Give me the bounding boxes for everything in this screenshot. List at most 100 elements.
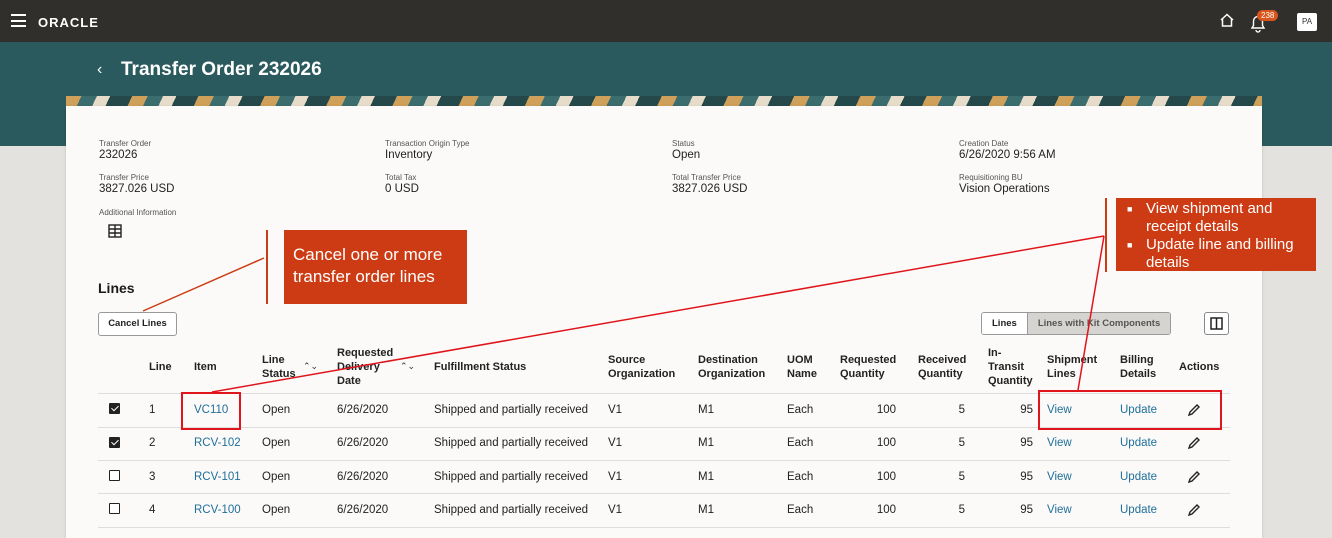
columns-button[interactable] bbox=[1204, 312, 1229, 335]
field-status: Status Open bbox=[672, 139, 700, 161]
cell-uom: Each bbox=[787, 504, 814, 516]
row-divider bbox=[98, 527, 1230, 528]
notification-badge: 238 bbox=[1257, 10, 1279, 21]
cell-req-qty: 100 bbox=[876, 404, 896, 416]
cell-fulfillment: Shipped and partially received bbox=[434, 404, 589, 416]
back-icon[interactable]: ‹ bbox=[97, 61, 102, 79]
field-total-transfer-price: Total Transfer Price 3827.026 USD bbox=[672, 173, 747, 195]
cell-req-qty: 100 bbox=[876, 504, 896, 516]
view-shipment-link[interactable]: View bbox=[1047, 471, 1072, 483]
kit-components-toggle-option[interactable]: Lines with Kit Components bbox=[1026, 313, 1171, 334]
cell-rec-qty: 5 bbox=[958, 437, 965, 449]
update-billing-link[interactable]: Update bbox=[1120, 504, 1157, 516]
cell-source: V1 bbox=[608, 404, 623, 416]
col-header-item: Item bbox=[194, 361, 217, 373]
cell-line: 3 bbox=[149, 471, 156, 483]
row-checkbox[interactable] bbox=[109, 437, 120, 448]
item-link[interactable]: RCV-102 bbox=[194, 437, 241, 449]
cell-date: 6/26/2020 bbox=[337, 471, 389, 483]
cell-uom: Each bbox=[787, 404, 814, 416]
details-callout: View shipment and receipt details Update… bbox=[1116, 198, 1316, 271]
cell-source: V1 bbox=[608, 471, 623, 483]
field-label: Creation Date bbox=[959, 139, 1009, 148]
avatar[interactable]: PA bbox=[1297, 13, 1317, 31]
cell-status: Open bbox=[262, 471, 291, 483]
callout-bullet: Update line and billing details bbox=[1124, 236, 1316, 272]
columns-icon bbox=[1210, 317, 1223, 330]
col-header-destination-organization: Destination Organization bbox=[698, 354, 766, 380]
lines-section-title: Lines bbox=[98, 280, 135, 296]
row-checkbox[interactable] bbox=[109, 470, 120, 481]
col-header-requested-quantity: Requested Quantity bbox=[840, 354, 897, 380]
cell-fulfillment: Shipped and partially received bbox=[434, 504, 589, 516]
actions-highlight-box bbox=[1038, 390, 1222, 430]
lines-view-toggle: Lines Lines with Kit Components bbox=[981, 312, 1172, 335]
field-label: Status bbox=[672, 139, 695, 148]
item-link[interactable]: RCV-101 bbox=[194, 471, 241, 483]
cell-rec-qty: 5 bbox=[958, 471, 965, 483]
sort-icon[interactable]: ⌃⌄ bbox=[400, 361, 415, 372]
edit-icon[interactable] bbox=[1186, 469, 1202, 485]
view-shipment-link[interactable]: View bbox=[1047, 504, 1072, 516]
cancel-lines-button[interactable]: Cancel Lines bbox=[98, 312, 177, 336]
cell-uom: Each bbox=[787, 471, 814, 483]
field-total-tax: Total Tax 0 USD bbox=[385, 173, 419, 195]
top-bar: ORACLE bbox=[0, 0, 1332, 42]
additional-info-icon[interactable] bbox=[108, 224, 122, 238]
col-header-received-quantity: Received Quantity bbox=[918, 354, 967, 380]
update-billing-link[interactable]: Update bbox=[1120, 471, 1157, 483]
field-label: Requisitioning BU bbox=[959, 173, 1023, 182]
cell-transit-qty: 95 bbox=[1020, 471, 1033, 483]
col-header-requested-delivery-date[interactable]: Requested Delivery Date bbox=[337, 346, 399, 388]
field-transaction-origin-type: Transaction Origin Type Inventory bbox=[385, 139, 469, 161]
field-requisitioning-bu: Requisitioning BU Vision Operations bbox=[959, 173, 1050, 195]
cell-dest: M1 bbox=[698, 404, 714, 416]
lines-toggle-option[interactable]: Lines bbox=[982, 313, 1027, 334]
cell-transit-qty: 95 bbox=[1020, 437, 1033, 449]
cell-rec-qty: 5 bbox=[958, 504, 965, 516]
field-value: 232026 bbox=[99, 149, 138, 161]
row-checkbox[interactable] bbox=[109, 403, 120, 414]
field-label: Transfer Price bbox=[99, 173, 149, 182]
sort-icon[interactable]: ⌃⌄ bbox=[303, 361, 318, 372]
cell-dest: M1 bbox=[698, 504, 714, 516]
page-title: Transfer Order 232026 bbox=[121, 59, 322, 80]
col-header-billing-details: Billing Details bbox=[1120, 354, 1157, 380]
callout-accent-bar bbox=[266, 230, 268, 304]
field-additional-information: Additional Information bbox=[99, 208, 176, 217]
cell-status: Open bbox=[262, 404, 291, 416]
item-link[interactable]: RCV-100 bbox=[194, 504, 241, 516]
row-divider bbox=[98, 460, 1230, 461]
update-billing-link[interactable]: Update bbox=[1120, 437, 1157, 449]
cell-source: V1 bbox=[608, 437, 623, 449]
field-value: 0 USD bbox=[385, 183, 419, 195]
edit-icon[interactable] bbox=[1186, 435, 1202, 451]
row-checkbox[interactable] bbox=[109, 503, 120, 514]
cell-fulfillment: Shipped and partially received bbox=[434, 471, 589, 483]
field-value: 3827.026 USD bbox=[99, 183, 175, 195]
view-shipment-link[interactable]: View bbox=[1047, 437, 1072, 449]
cell-line: 1 bbox=[149, 404, 156, 416]
col-header-shipment-lines: Shipment Lines bbox=[1047, 354, 1098, 380]
field-transfer-order: Transfer Order 232026 bbox=[99, 139, 151, 161]
cell-rec-qty: 5 bbox=[958, 404, 965, 416]
cell-req-qty: 100 bbox=[876, 437, 896, 449]
field-label: Additional Information bbox=[99, 208, 177, 217]
field-transfer-price: Transfer Price 3827.026 USD bbox=[99, 173, 174, 195]
col-header-uom-name: UOM Name bbox=[787, 354, 817, 380]
col-header-actions: Actions bbox=[1179, 361, 1220, 373]
cell-req-qty: 100 bbox=[876, 471, 896, 483]
col-header-source-organization: Source Organization bbox=[608, 354, 676, 380]
menu-icon[interactable] bbox=[11, 14, 26, 27]
field-label: Transfer Order bbox=[99, 139, 152, 148]
col-header-line-status[interactable]: Line Status bbox=[262, 353, 300, 381]
cell-status: Open bbox=[262, 437, 291, 449]
edit-icon[interactable] bbox=[1186, 502, 1202, 518]
oracle-logo: ORACLE bbox=[38, 15, 99, 30]
cell-date: 6/26/2020 bbox=[337, 404, 389, 416]
cell-dest: M1 bbox=[698, 471, 714, 483]
cell-source: V1 bbox=[608, 504, 623, 516]
home-icon[interactable] bbox=[1219, 12, 1235, 28]
callout-accent-bar bbox=[1105, 198, 1107, 272]
col-header-in-transit-quantity: In-Transit Quantity bbox=[988, 347, 1033, 387]
